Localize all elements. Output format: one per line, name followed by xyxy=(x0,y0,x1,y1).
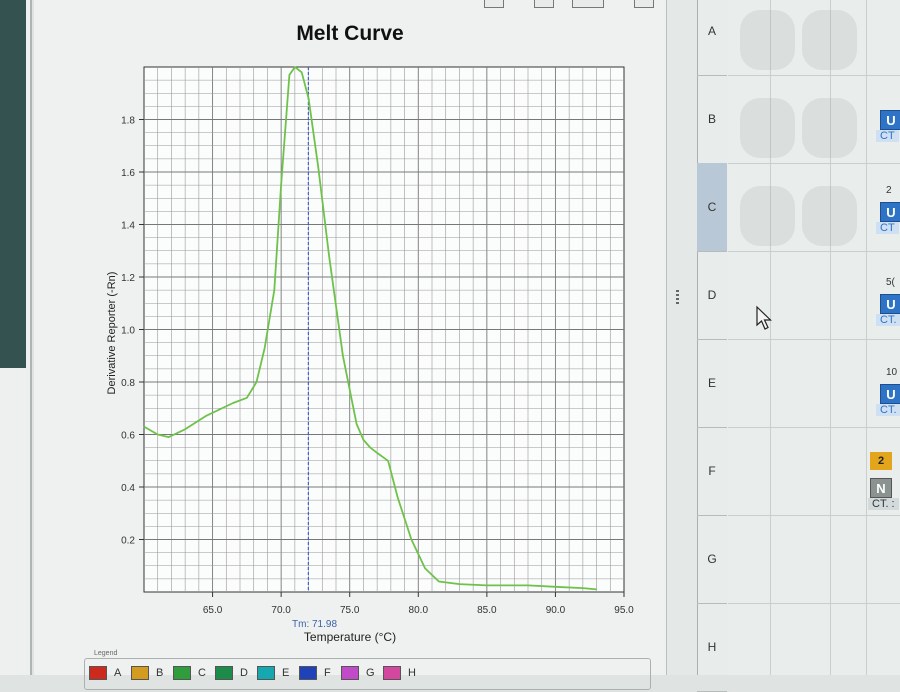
legend-item[interactable]: E xyxy=(257,666,289,680)
x-tick-label: 90.0 xyxy=(546,605,566,616)
plate-row-divider xyxy=(728,427,900,428)
y-tick-label: 1.2 xyxy=(121,273,135,284)
legend-item[interactable]: D xyxy=(215,666,248,680)
legend-item[interactable]: H xyxy=(383,666,416,680)
plate-well[interactable] xyxy=(740,186,795,246)
row-header-g[interactable]: G xyxy=(697,515,727,604)
plate-row-divider xyxy=(728,603,900,604)
legend-item[interactable]: C xyxy=(173,666,206,680)
y-tick-label: 0.2 xyxy=(121,536,135,547)
legend-item[interactable]: B xyxy=(131,666,163,680)
legend-swatch xyxy=(257,666,275,680)
legend-item[interactable]: A xyxy=(89,666,121,680)
legend-label: H xyxy=(408,667,416,679)
plate-row-divider xyxy=(728,339,900,340)
row-header-d[interactable]: D xyxy=(697,251,727,340)
well-task-badge[interactable]: U xyxy=(880,294,900,314)
well-ct: CT. xyxy=(876,314,900,326)
legend-swatch xyxy=(299,666,317,680)
plate-well[interactable] xyxy=(740,98,795,158)
plate-well[interactable] xyxy=(802,186,857,246)
panel-splitter[interactable] xyxy=(667,0,697,675)
row-header-h[interactable]: H xyxy=(697,603,727,692)
plate-well[interactable] xyxy=(802,98,857,158)
plate-column-divider xyxy=(866,0,867,675)
plate-row-divider xyxy=(728,515,900,516)
y-tick-label: 1.8 xyxy=(121,116,135,127)
legend-label: E xyxy=(282,667,290,679)
legend-swatch xyxy=(131,666,149,680)
legend-label: D xyxy=(240,667,248,679)
warning-flag-icon[interactable]: 2 xyxy=(870,452,892,470)
background-window-edge xyxy=(0,0,26,368)
well-ct: CT xyxy=(876,130,899,142)
legend-swatch xyxy=(383,666,401,680)
y-tick-label: 0.4 xyxy=(121,483,135,494)
x-tick-label: 85.0 xyxy=(477,605,497,616)
tm-annotation: Tm: 71.98 xyxy=(292,619,338,630)
row-header-e[interactable]: E xyxy=(697,339,727,428)
legend-swatch xyxy=(173,666,191,680)
legend-label: B xyxy=(156,667,164,679)
x-tick-label: 70.0 xyxy=(271,605,291,616)
legend-title: Legend xyxy=(92,650,120,657)
legend-label: A xyxy=(114,667,122,679)
x-tick-label: 80.0 xyxy=(409,605,429,616)
mouse-pointer-icon xyxy=(756,305,772,330)
plate-row-divider xyxy=(728,251,900,252)
legend-item[interactable]: G xyxy=(341,666,375,680)
row-header-b[interactable]: B xyxy=(697,75,727,164)
row-header-c[interactable]: C xyxy=(697,163,727,252)
well-ct: CT. xyxy=(876,404,900,416)
well-ct: CT xyxy=(876,222,899,234)
legend-swatch xyxy=(89,666,107,680)
x-tick-label: 75.0 xyxy=(340,605,360,616)
well-task-badge[interactable]: U xyxy=(880,110,900,130)
plate-well[interactable] xyxy=(802,10,857,70)
y-tick-label: 1.0 xyxy=(121,326,135,337)
y-tick-label: 1.6 xyxy=(121,168,135,179)
plate-well[interactable] xyxy=(740,10,795,70)
x-tick-label: 95.0 xyxy=(614,605,634,616)
plate-row-divider xyxy=(728,75,900,76)
legend-swatch xyxy=(341,666,359,680)
y-tick-label: 0.6 xyxy=(121,431,135,442)
row-header-f[interactable]: F xyxy=(697,427,727,516)
melt-curve-plot[interactable]: 65.0 70.0 75.0 80.0 85.0 90.0 95.0 0.2 0.4 0.6 0.8… xyxy=(34,0,666,675)
ntc-task-badge[interactable]: N xyxy=(870,478,892,498)
well-quantity: 5( xyxy=(886,277,895,288)
legend-label: G xyxy=(366,667,375,679)
well-quantity: 10 xyxy=(886,367,898,378)
legend-swatch xyxy=(215,666,233,680)
y-axis-title: Derivative Reporter (-Rn) xyxy=(106,271,118,395)
window-border xyxy=(30,0,32,675)
well-ct: CT. : xyxy=(868,498,899,510)
row-header-a[interactable]: A xyxy=(697,0,727,76)
legend-label: F xyxy=(324,667,331,679)
plate-row-divider xyxy=(728,163,900,164)
well-task-badge[interactable]: U xyxy=(880,384,900,404)
y-tick-label: 1.4 xyxy=(121,221,135,232)
y-tick-label: 0.8 xyxy=(121,378,135,389)
x-tick-label: 65.0 xyxy=(203,605,223,616)
splitter-grip-icon[interactable] xyxy=(676,290,679,306)
legend-item[interactable]: F xyxy=(299,666,331,680)
x-axis-title: Temperature (°C) xyxy=(303,630,397,644)
legend-label: C xyxy=(198,667,206,679)
well-task-badge[interactable]: U xyxy=(880,202,900,222)
melt-curve-panel: Melt Curve 65.0 70.0 75.0 80.0 85.0 90.0 95.0 0… xyxy=(34,0,667,690)
well-quantity: 2 xyxy=(886,185,892,196)
